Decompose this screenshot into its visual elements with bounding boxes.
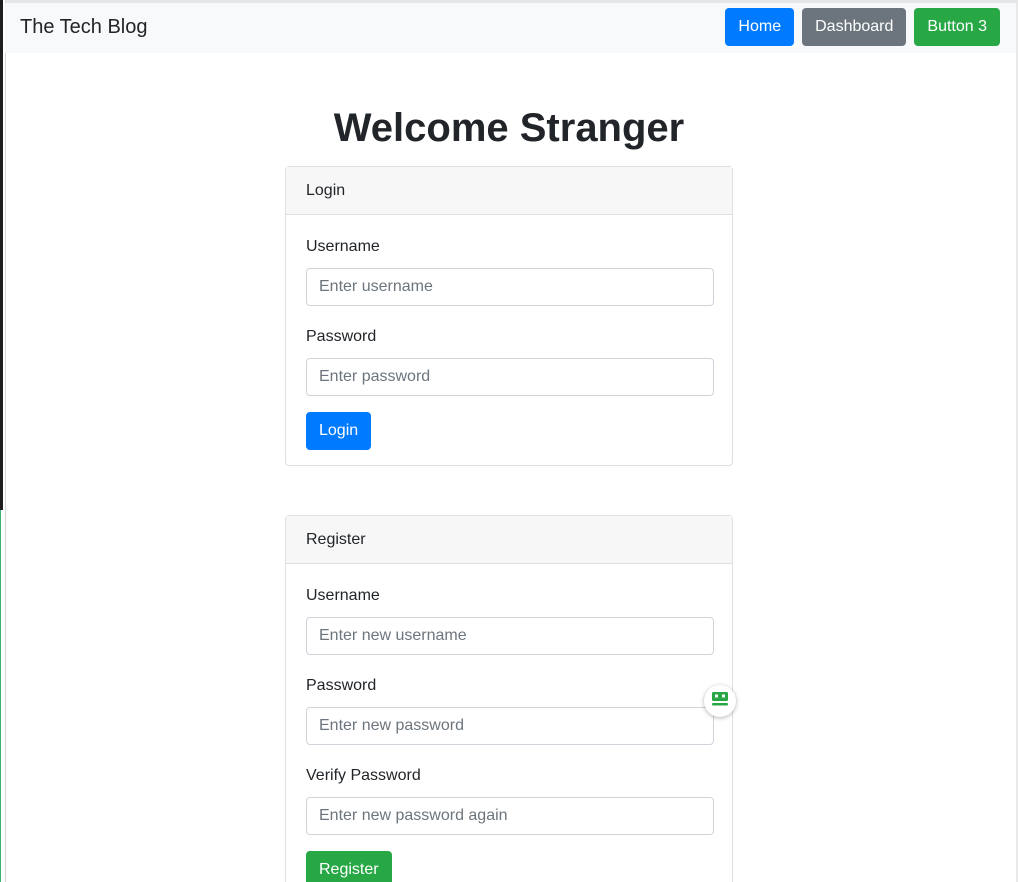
navbar: The Tech Blog Home Dashboard Button 3 (5, 3, 1016, 53)
register-password-input[interactable] (306, 707, 714, 745)
register-card-header: Register (286, 516, 732, 564)
register-username-input[interactable] (306, 617, 714, 655)
button-3[interactable]: Button 3 (914, 8, 1000, 46)
background-window-accent (0, 510, 1, 882)
login-button[interactable]: Login (306, 412, 372, 450)
dashboard-button[interactable]: Dashboard (802, 8, 907, 46)
nav-button-group: Home Dashboard Button 3 (725, 8, 1000, 46)
page-title: Welcome Stranger (333, 106, 685, 150)
login-card-header: Login (286, 167, 732, 215)
home-button[interactable]: Home (725, 8, 795, 46)
register-username-label: Username (306, 587, 380, 604)
login-form: Username Password Login (286, 215, 732, 450)
login-username-input[interactable] (306, 268, 714, 306)
login-password-label: Password (306, 328, 377, 345)
extension-widget[interactable] (704, 685, 736, 717)
login-password-input[interactable] (306, 358, 714, 396)
login-username-label: Username (306, 238, 380, 255)
login-card: Login Username Password Login (285, 166, 733, 466)
register-verify-label: Verify Password (306, 767, 421, 784)
register-password-label: Password (306, 677, 377, 694)
robot-face-icon (711, 691, 729, 712)
background-window-strip (0, 0, 3, 510)
browser-viewport: The Tech Blog Home Dashboard Button 3 We… (0, 0, 1018, 882)
register-card: Register Username Password Verify Passwo… (285, 515, 733, 882)
register-form: Username Password Verify Password Regist… (286, 564, 732, 882)
register-button[interactable]: Register (306, 851, 392, 882)
site-brand-link[interactable]: The Tech Blog (20, 15, 148, 39)
register-verify-password-input[interactable] (306, 797, 714, 835)
